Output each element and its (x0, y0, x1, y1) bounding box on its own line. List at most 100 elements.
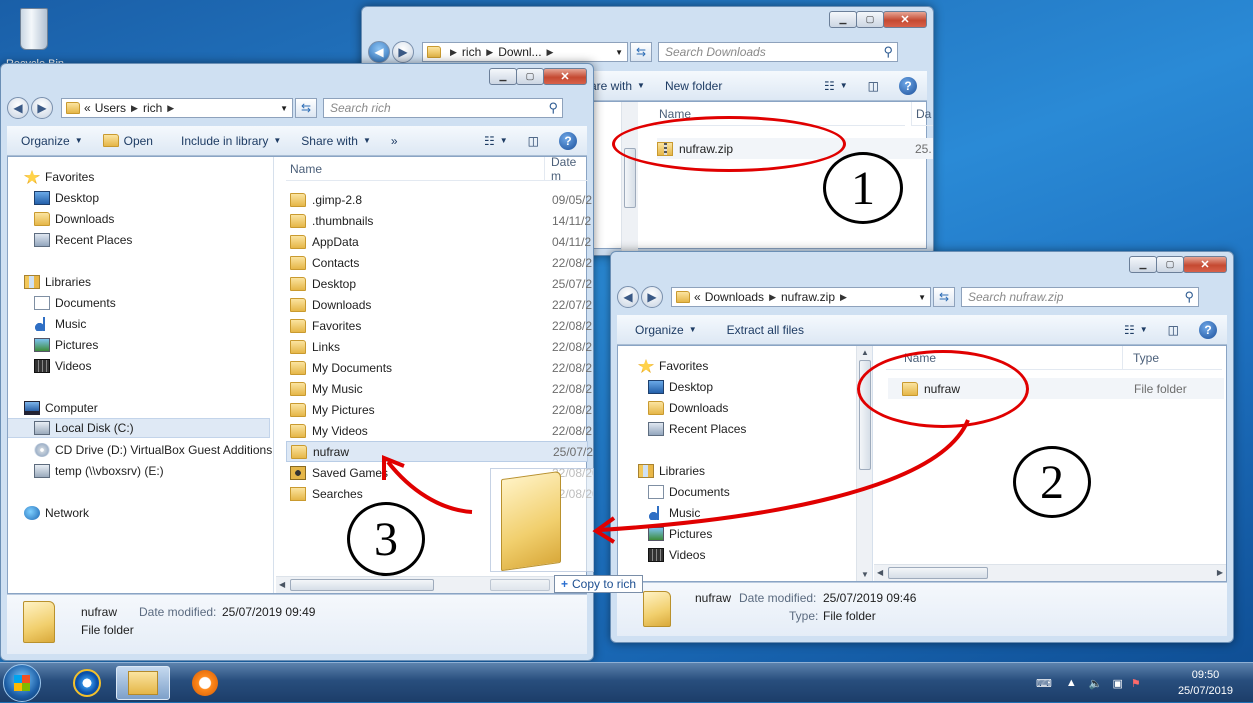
nav-favorites[interactable]: Favorites (24, 167, 94, 187)
chevron-down-icon[interactable]: ▼ (615, 48, 623, 57)
nav-documents[interactable]: Documents (34, 293, 116, 313)
nav-temp-share[interactable]: temp (\\vboxsrv) (E:) (34, 461, 164, 481)
help-icon[interactable]: ? (559, 131, 577, 150)
back-arrow-icon[interactable]: ◀ (617, 286, 639, 308)
column-header-date[interactable]: Date m (544, 155, 588, 183)
nav-favorites[interactable]: Favorites (638, 356, 708, 376)
chevron-down-icon[interactable]: ▼ (918, 293, 926, 302)
nav-music[interactable]: Music (34, 314, 86, 334)
breadcrumb-nufraw-zip[interactable]: nufraw.zip (781, 290, 835, 304)
column-header-type[interactable]: Type (1122, 346, 1222, 370)
volume-icon[interactable]: 🔈 (1089, 677, 1103, 690)
nav-videos[interactable]: Videos (34, 356, 91, 376)
content-scrollbar-horizontal[interactable]: ◀ (276, 576, 586, 593)
taskbar-media-player[interactable] (178, 666, 232, 700)
search-input[interactable]: Search rich ⚲ (323, 98, 563, 118)
file-row[interactable]: .thumbnails 14/11/2 (286, 210, 591, 231)
nav-pictures[interactable]: Pictures (34, 335, 98, 355)
close-button[interactable]: ✕ (543, 68, 587, 85)
close-button[interactable]: ✕ (1183, 256, 1227, 273)
view-options-icon[interactable]: ☷ ▼ (814, 79, 858, 93)
minimize-button[interactable]: ▁ (1129, 256, 1157, 273)
extract-all-button[interactable]: Extract all files (717, 323, 814, 337)
taskbar-windows-explorer[interactable] (116, 666, 170, 700)
preview-pane-icon[interactable]: ◫ (518, 134, 549, 148)
file-row[interactable]: Links 22/08/2 (286, 336, 592, 357)
nav-documents[interactable]: Documents (648, 482, 730, 502)
show-hidden-icons[interactable]: ▲ (1066, 677, 1077, 689)
view-options-icon[interactable]: ☷ ▼ (1114, 323, 1158, 337)
column-header-name[interactable]: Name (286, 157, 544, 181)
content-scrollbar-horizontal[interactable]: ◀ ▶ (874, 564, 1226, 581)
breadcrumb-rich[interactable]: rich (462, 45, 481, 59)
nav-local-disk[interactable]: Local Disk (C:) (8, 418, 270, 438)
nav-desktop[interactable]: Desktop (648, 377, 713, 397)
organize-menu[interactable]: Organize ▼ (7, 134, 93, 148)
maximize-button[interactable]: ▢ (856, 11, 884, 28)
file-row[interactable]: nufraw 25/07/2 (286, 441, 593, 462)
breadcrumb-users[interactable]: Users (95, 101, 126, 115)
breadcrumb-rich[interactable]: rich (143, 101, 162, 115)
file-row[interactable]: Desktop 25/07/2 (286, 273, 592, 294)
clock[interactable]: 09:50 25/07/2019 (1178, 667, 1233, 699)
refresh-button[interactable]: ⇆ (933, 287, 955, 307)
nav-scrollbar[interactable] (621, 102, 638, 252)
search-input[interactable]: Search nufraw.zip ⚲ (961, 287, 1199, 307)
file-row[interactable]: My Videos 22/08/2 (286, 420, 592, 441)
nav-downloads[interactable]: Downloads (648, 398, 728, 418)
address-bar[interactable]: « Users ▶ rich ▶ ▼ (61, 98, 293, 118)
preview-pane-icon[interactable]: ◫ (1158, 323, 1189, 337)
maximize-button[interactable]: ▢ (1156, 256, 1184, 273)
open-button[interactable]: Open (93, 134, 163, 148)
minimize-button[interactable]: ▁ (489, 68, 517, 85)
refresh-button[interactable]: ⇆ (630, 42, 652, 62)
taskbar-internet-explorer[interactable] (60, 666, 114, 700)
file-row[interactable]: My Music 22/08/2 (286, 378, 592, 399)
action-center-icon[interactable]: ⚑ (1131, 677, 1141, 690)
forward-arrow-icon[interactable]: ▶ (641, 286, 663, 308)
chevron-down-icon[interactable]: ▼ (280, 104, 288, 113)
nav-network[interactable]: Network (24, 503, 89, 523)
address-bar[interactable]: « Downloads ▶ nufraw.zip ▶ ▼ (671, 287, 931, 307)
forward-arrow-icon[interactable]: ▶ (392, 41, 414, 63)
share-with-menu[interactable]: Share with ▼ (291, 134, 381, 148)
recycle-bin-icon[interactable] (14, 6, 54, 54)
new-folder-button[interactable]: New folder (655, 79, 732, 93)
forward-arrow-icon[interactable]: ▶ (31, 97, 53, 119)
nav-pictures[interactable]: Pictures (648, 524, 712, 544)
nufraw-zip-window[interactable]: ▁ ▢ ✕ ◀ ▶ « Downloads ▶ nufraw.zip ▶ ▼ ⇆… (610, 251, 1234, 643)
file-row[interactable]: Downloads 22/07/2 (286, 294, 592, 315)
nav-downloads[interactable]: Downloads (34, 209, 114, 229)
file-row[interactable]: Contacts 22/08/2 (286, 252, 592, 273)
refresh-button[interactable]: ⇆ (295, 98, 317, 118)
back-arrow-icon[interactable]: ◀ (7, 97, 29, 119)
start-button[interactable] (3, 664, 41, 702)
keyboard-icon[interactable]: ⌨ (1036, 677, 1052, 690)
share-with-menu[interactable]: are with ▼ (590, 79, 655, 93)
file-row[interactable]: My Documents 22/08/2 (286, 357, 592, 378)
nav-music[interactable]: Music (648, 503, 700, 523)
address-bar[interactable]: ▶ rich ▶ Downl... ▶ ▼ (422, 42, 628, 62)
file-row[interactable]: AppData 04/11/2 (286, 231, 591, 252)
breadcrumb-downloads[interactable]: Downloads (705, 290, 764, 304)
organize-menu[interactable]: Organize ▼ (617, 323, 707, 337)
search-input[interactable]: Search Downloads ⚲ (658, 42, 898, 62)
close-button[interactable]: ✕ (883, 11, 927, 28)
view-options-icon[interactable]: ☷ ▼ (474, 134, 518, 148)
file-row[interactable]: My Pictures 22/08/2 (286, 399, 592, 420)
more-commands-button[interactable]: » (381, 134, 408, 148)
nav-desktop[interactable]: Desktop (34, 188, 99, 208)
help-icon[interactable]: ? (1199, 320, 1217, 339)
breadcrumb-downloads[interactable]: Downl... (498, 45, 541, 59)
nav-libraries[interactable]: Libraries (24, 272, 91, 292)
help-icon[interactable]: ? (899, 76, 917, 95)
minimize-button[interactable]: ▁ (829, 11, 857, 28)
nav-cd-drive[interactable]: CD Drive (D:) VirtualBox Guest Additions (34, 440, 272, 460)
nav-libraries[interactable]: Libraries (638, 461, 705, 481)
column-header-date[interactable]: Da (911, 102, 933, 126)
network-status-icon[interactable]: ▣ (1112, 677, 1122, 690)
back-arrow-icon[interactable]: ◀ (368, 41, 390, 63)
preview-pane-icon[interactable]: ◫ (858, 79, 889, 93)
include-in-library-menu[interactable]: Include in library ▼ (163, 134, 291, 148)
file-row[interactable]: Favorites 22/08/2 (286, 315, 592, 336)
